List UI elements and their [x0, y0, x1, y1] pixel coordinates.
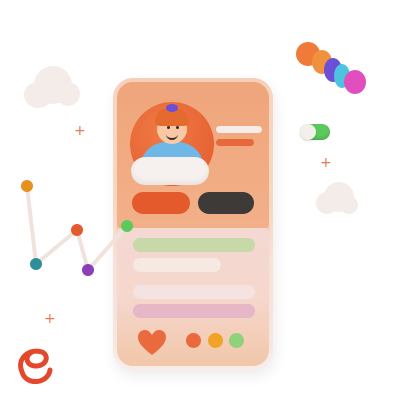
decor-overlay — [18, 180, 133, 384]
chart-decoration — [21, 180, 133, 276]
chart-point — [21, 180, 33, 192]
chart-point — [121, 220, 133, 232]
chart-point — [30, 258, 42, 270]
illustration-scene: + + + — [0, 0, 400, 400]
chart-point — [82, 264, 94, 276]
chart-point — [71, 224, 83, 236]
swirl-icon — [18, 348, 53, 384]
